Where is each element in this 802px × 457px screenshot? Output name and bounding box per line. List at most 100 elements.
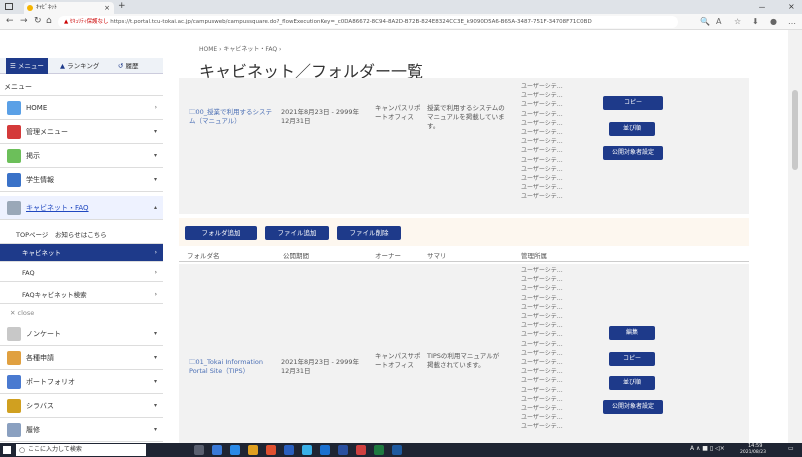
table-row: 🗀00_授業で利用するシステム（マニュアル） 2021年8月23日 - 2999… (179, 78, 749, 214)
window-close-button[interactable]: × (788, 2, 795, 11)
new-tab-button[interactable]: + (118, 1, 126, 11)
windows-start-icon[interactable] (3, 446, 11, 454)
admin-entry: ユーザーシテ… (521, 193, 563, 201)
browser-tab[interactable]: ｷｬﾋﾞﾈｯﾄ × (24, 2, 114, 14)
edit-button[interactable]: 編集 (609, 326, 655, 340)
admin-entry: ユーザーシテ… (521, 303, 563, 311)
sidebar-item-syllabus[interactable]: シラバス ▾ (0, 394, 163, 418)
sidebar-item-notice[interactable]: 掲示 ▾ (0, 144, 163, 168)
student-info-icon (7, 173, 21, 187)
summary: 授業で利用するシステムのマニュアルを掲載しています。 (427, 104, 505, 130)
admin-entry: ユーザーシテ… (521, 285, 563, 293)
tab-close-icon[interactable]: × (104, 2, 110, 14)
sidebar-item-student-info[interactable]: 学生情報 ▾ (0, 168, 163, 192)
admin-icon (7, 125, 21, 139)
file-explorer-icon[interactable] (248, 445, 258, 455)
app-icon[interactable] (284, 445, 294, 455)
excel-icon[interactable] (374, 445, 384, 455)
admin-entry: ユーザーシテ… (521, 377, 563, 385)
close-submenu-button[interactable]: ✕ close (10, 309, 34, 317)
sidebar-tabs: ☰ メニュー ▲ ランキング ↺ 履歴 (0, 58, 163, 74)
favorites-icon[interactable]: ☆ (734, 17, 741, 26)
word-icon[interactable] (392, 445, 402, 455)
forward-icon[interactable]: → (20, 16, 28, 26)
admin-entry: ユーザーシテ… (521, 349, 563, 357)
notification-icon[interactable]: ▭ (788, 445, 794, 452)
admin-entry: ユーザーシテ… (521, 147, 563, 155)
tab-menu[interactable]: ☰ メニュー (6, 58, 48, 74)
sidebar-item-label: ノンケート (26, 330, 61, 338)
publish-period: 2021年8月23日 - 2999年12月31日 (281, 358, 359, 375)
chevron-right-icon: › (154, 291, 157, 298)
breadcrumb[interactable]: HOME › キャビネット・FAQ › (199, 44, 281, 53)
admin-entry: ユーザーシテ… (521, 322, 563, 330)
app-icon[interactable] (338, 445, 348, 455)
sidebar-item-label: シラバス (26, 402, 54, 410)
home-icon[interactable]: ⌂ (46, 16, 52, 26)
sidebar-item-survey[interactable]: ノンケート ▾ (0, 322, 163, 346)
sidebar-sub-faq[interactable]: FAQ › (0, 264, 163, 282)
sidebar-item-cabinet-faq[interactable]: キャビネット・FAQ ▴ (0, 196, 163, 220)
tab-ranking[interactable]: ▲ ランキング (60, 58, 99, 74)
scroll-thumb[interactable] (792, 90, 798, 170)
app-icon[interactable] (320, 445, 330, 455)
add-folder-button[interactable]: フォルダ追加 (185, 226, 257, 240)
admin-entry: ユーザーシテ… (521, 184, 563, 192)
app-icon[interactable] (212, 445, 222, 455)
tab-title: ｷｬﾋﾞﾈｯﾄ (36, 4, 58, 11)
taskbar-search-input[interactable]: ○ ここに入力して検索 (16, 444, 146, 456)
chevron-down-icon: ▾ (153, 152, 157, 159)
browser-titlebar: ｷｬﾋﾞﾈｯﾄ × + － × (0, 0, 802, 14)
read-aloud-icon[interactable]: A (716, 17, 721, 26)
header-owner: オーナー (375, 252, 401, 260)
table-row: 🗀01_Tokai Information Portal Site（TIPS） … (179, 264, 749, 443)
minimize-button[interactable]: － (758, 2, 766, 13)
publish-period: 2021年8月23日 - 2999年12月31日 (281, 108, 359, 125)
chevron-right-icon: › (154, 104, 157, 111)
copy-button[interactable]: コピー (603, 96, 663, 110)
folder-name-link[interactable]: 🗀01_Tokai Information Portal Site（TIPS） (189, 358, 277, 376)
chevron-down-icon: ▾ (153, 402, 157, 409)
window-icon (5, 3, 13, 10)
admin-entry: ユーザーシテ… (521, 156, 563, 164)
sidebar-sub-top[interactable]: TOPページ お知らせはこちら (0, 226, 163, 244)
sidebar-sub-label: FAQキャビネット検索 (22, 291, 87, 299)
task-view-icon[interactable] (194, 445, 204, 455)
profile-icon[interactable]: ● (770, 17, 777, 26)
publish-settings-button[interactable]: 公開対象者設定 (603, 400, 663, 414)
tab-history[interactable]: ↺ 履歴 (118, 58, 139, 74)
sidebar-item-label: 各種申請 (26, 354, 54, 362)
delete-file-button[interactable]: ファイル削除 (337, 226, 401, 240)
app-icon[interactable] (266, 445, 276, 455)
sidebar-item-applications[interactable]: 各種申請 ▾ (0, 346, 163, 370)
page-scrollbar[interactable] (788, 30, 802, 443)
sidebar-sub-cabinet[interactable]: キャビネット › (0, 244, 163, 262)
security-warning[interactable]: ▲ ｾｷｭﾘﾃｨ保護なし (64, 19, 108, 25)
sidebar-sub-faq-search[interactable]: FAQキャビネット検索 › (0, 286, 163, 304)
folder-name: 01_Tokai Information Portal Site（TIPS） (189, 358, 263, 375)
more-icon[interactable]: … (788, 17, 796, 26)
folder-name-link[interactable]: 🗀00_授業で利用するシステム（マニュアル） (189, 108, 273, 126)
search-placeholder: ここに入力して検索 (28, 446, 82, 453)
app-icon[interactable] (230, 445, 240, 455)
collections-icon[interactable]: ⬇ (752, 17, 759, 26)
sidebar-item-admin[interactable]: 管理メニュー ▾ (0, 120, 163, 144)
tab-ranking-label: ランキング (67, 62, 100, 70)
zoom-icon[interactable]: 🔍 (700, 17, 710, 26)
publish-settings-button[interactable]: 公開対象者設定 (603, 146, 663, 160)
add-file-button[interactable]: ファイル追加 (265, 226, 329, 240)
reload-icon[interactable]: ↻ (34, 16, 42, 26)
app-icon[interactable] (356, 445, 366, 455)
system-tray[interactable]: A ∧ ■ ▯ ◁× (690, 445, 725, 452)
copy-button[interactable]: コピー (609, 352, 655, 366)
sidebar-item-registration[interactable]: 履修 ▾ (0, 418, 163, 442)
sidebar-item-portfolio[interactable]: ポートフォリオ ▾ (0, 370, 163, 394)
url-input[interactable]: ▲ ｾｷｭﾘﾃｨ保護なし https://t.portal.tcu-tokai.… (58, 16, 678, 28)
sidebar-item-home[interactable]: HOME › (0, 96, 163, 120)
edge-icon[interactable] (302, 445, 312, 455)
back-icon[interactable]: ← (6, 16, 14, 26)
sidebar-item-label: キャビネット・FAQ (26, 204, 89, 212)
sidebar-item-label: 学生情報 (26, 176, 54, 184)
sort-button[interactable]: 並び順 (609, 376, 655, 390)
sort-button[interactable]: 並び順 (609, 122, 655, 136)
